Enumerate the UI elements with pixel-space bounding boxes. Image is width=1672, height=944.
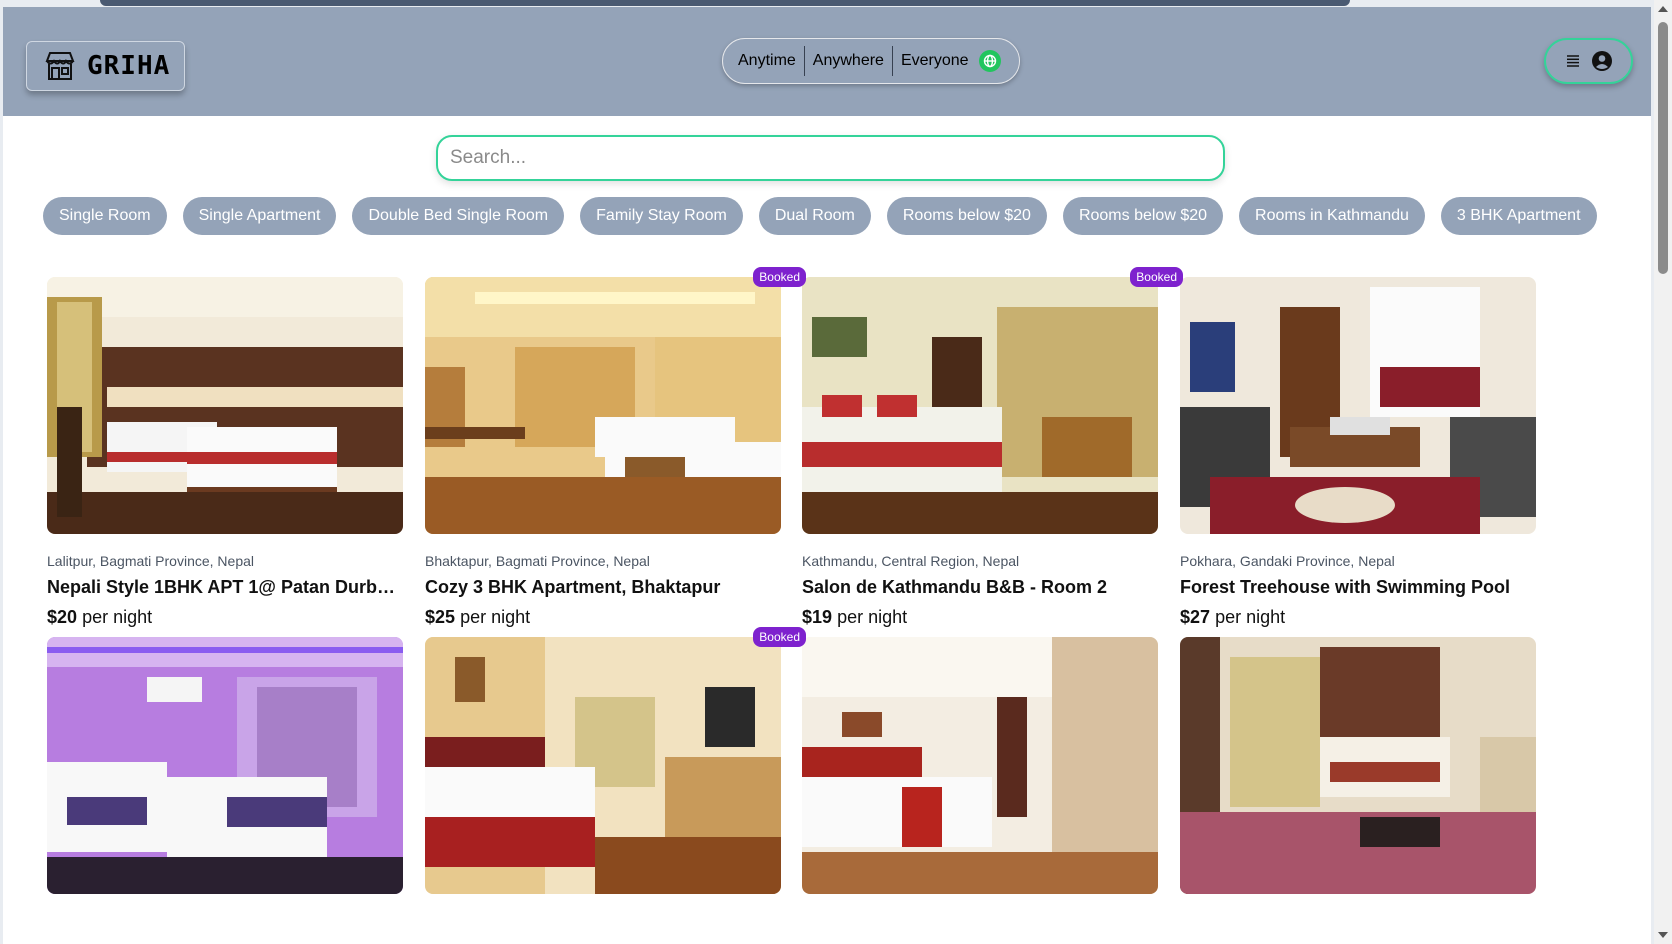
price-suffix: per night (460, 607, 531, 627)
category-chip[interactable]: Dual Room (758, 197, 871, 235)
scrollbar[interactable] (1654, 0, 1672, 944)
listing-card[interactable] (47, 637, 403, 894)
category-bar: Single Room Single Apartment Double Bed … (43, 197, 1597, 235)
category-chip[interactable]: 3 BHK Apartment (1440, 197, 1597, 235)
booked-badge: Booked (753, 267, 806, 287)
browser-viewport: GRIHA Anytime Anywhere Everyone Search..… (0, 0, 1672, 944)
scrollbar-thumb[interactable] (1658, 22, 1668, 274)
listing-title[interactable]: Nepali Style 1BHK APT 1@ Patan Durbar Sq… (47, 577, 403, 598)
brand-name: GRIHA (87, 51, 171, 81)
scroll-up-arrow[interactable] (1658, 6, 1668, 12)
browser-tab-strip (100, 0, 1350, 6)
listing-photo[interactable] (802, 637, 1158, 894)
hamburger-icon (1566, 55, 1579, 67)
booked-badge: Booked (753, 627, 806, 647)
listing-card[interactable]: Booked Bhaktapur, Bagmati Province, Nepa… (425, 267, 806, 628)
price-amount: $27 (1180, 607, 1211, 627)
listing-price: $19 per night (802, 607, 1158, 628)
listing-photo[interactable]: Booked (802, 267, 1183, 534)
user-menu-button[interactable] (1544, 38, 1633, 84)
listing-photo[interactable] (1180, 277, 1536, 534)
price-amount: $25 (425, 607, 456, 627)
category-chip[interactable]: Single Room (43, 197, 167, 235)
listing-card[interactable]: Lalitpur, Bagmati Province, Nepal Nepali… (47, 277, 403, 628)
listing-photo[interactable] (47, 637, 403, 894)
logo[interactable]: GRIHA (26, 41, 185, 91)
listing-location: Bhaktapur, Bagmati Province, Nepal (425, 553, 650, 569)
scroll-down-arrow[interactable] (1658, 932, 1668, 938)
listing-photo[interactable] (1180, 637, 1536, 894)
category-chip[interactable]: Rooms below $20 (886, 197, 1047, 235)
listing-location: Lalitpur, Bagmati Province, Nepal (47, 553, 254, 569)
booked-badge: Booked (1130, 267, 1183, 287)
filter-anywhere[interactable]: Anywhere (805, 52, 892, 70)
price-suffix: per night (837, 607, 908, 627)
listing-card[interactable] (802, 637, 1158, 894)
category-chip[interactable]: Rooms in Kathmandu (1239, 197, 1425, 235)
price-amount: $19 (802, 607, 833, 627)
listing-card[interactable]: Booked Kathmandu, Central Region, Nepal … (802, 267, 1183, 628)
listing-card[interactable]: Booked (425, 627, 806, 894)
page: GRIHA Anytime Anywhere Everyone Search..… (3, 7, 1651, 944)
listing-price: $25 per night (425, 607, 781, 628)
category-chip[interactable]: Double Bed Single Room (352, 197, 565, 235)
category-chip[interactable]: Single Apartment (182, 197, 337, 235)
globe-icon[interactable] (978, 50, 1001, 72)
price-amount: $20 (47, 607, 78, 627)
listing-price: $20 per night (47, 607, 403, 628)
listing-title[interactable]: Salon de Kathmandu B&B - Room 2 (802, 577, 1158, 598)
header: GRIHA Anytime Anywhere Everyone (3, 7, 1651, 116)
search-filter-pill[interactable]: Anytime Anywhere Everyone (722, 38, 1020, 84)
store-icon (45, 52, 75, 80)
search-input[interactable] (436, 135, 1225, 181)
category-chip[interactable]: Rooms below $20 (1062, 197, 1224, 235)
filter-anytime[interactable]: Anytime (738, 52, 804, 70)
listing-title[interactable]: Cozy 3 BHK Apartment, Bhaktapur (425, 577, 781, 598)
listing-location: Pokhara, Gandaki Province, Nepal (1180, 553, 1395, 569)
listing-title[interactable]: Forest Treehouse with Swimming Pool (1180, 577, 1536, 598)
price-suffix: per night (82, 607, 153, 627)
filter-everyone[interactable]: Everyone (893, 52, 977, 70)
listing-photo[interactable]: Booked (425, 627, 806, 894)
price-suffix: per night (1215, 607, 1286, 627)
listing-price: $27 per night (1180, 607, 1536, 628)
listing-card[interactable]: Pokhara, Gandaki Province, Nepal Forest … (1180, 277, 1536, 628)
user-circle-icon (1591, 51, 1612, 71)
listing-photo[interactable] (47, 277, 403, 534)
category-chip[interactable]: Family Stay Room (580, 197, 743, 235)
listing-location: Kathmandu, Central Region, Nepal (802, 553, 1020, 569)
listing-card[interactable] (1180, 637, 1536, 894)
listing-photo[interactable]: Booked (425, 267, 806, 534)
